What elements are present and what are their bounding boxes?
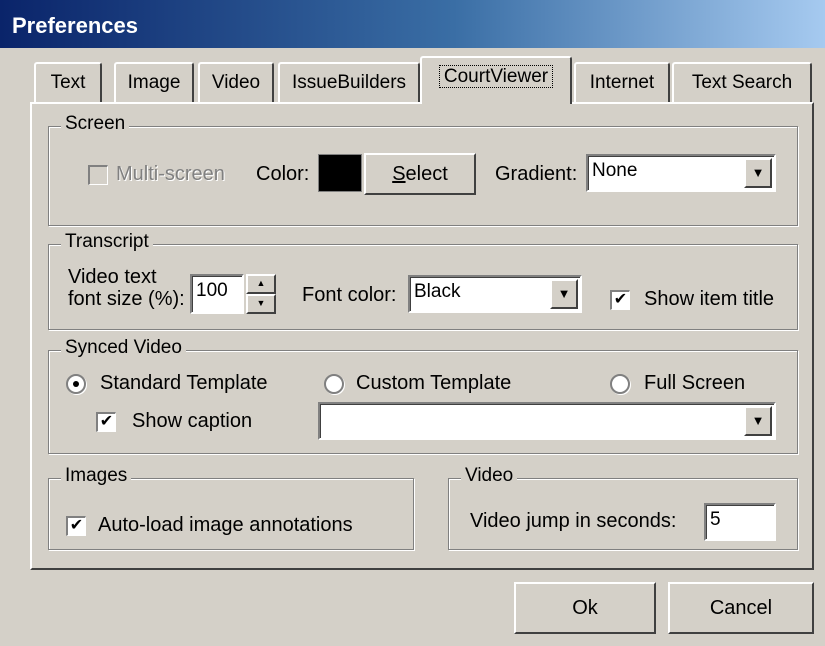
select-color-button[interactable]: Select <box>364 153 476 195</box>
full-screen-label: Full Screen <box>644 372 746 394</box>
preferences-dialog: Preferences Text Image Video IssueBuilde… <box>0 0 825 646</box>
show-item-title-checkbox[interactable]: ✔ <box>610 290 630 310</box>
ok-button[interactable]: Ok <box>514 582 656 634</box>
tab-video[interactable]: Video <box>198 62 274 102</box>
chevron-down-icon[interactable]: ▼ <box>744 158 772 188</box>
chevron-down-icon[interactable]: ▼ <box>550 279 578 309</box>
check-icon: ✔ <box>99 413 114 430</box>
transcript-legend: Transcript <box>61 231 153 253</box>
custom-template-label: Custom Template <box>356 372 512 394</box>
multiscreen-checkbox[interactable] <box>88 165 108 185</box>
spin-down-button[interactable]: ▼ <box>246 294 276 314</box>
template-dropdown[interactable]: ▼ <box>318 402 776 440</box>
autoload-annotations-label: Auto-load image annotations <box>98 514 353 536</box>
show-caption-checkbox[interactable]: ✔ <box>96 412 116 432</box>
tab-courtviewer[interactable]: CourtViewer <box>420 56 572 104</box>
color-swatch <box>318 154 362 192</box>
tab-issuebuilders[interactable]: IssueBuilders <box>278 62 420 102</box>
show-item-title-label: Show item title <box>644 288 775 310</box>
autoload-annotations-checkbox[interactable]: ✔ <box>66 516 86 536</box>
title-bar: Preferences <box>0 0 825 48</box>
multiscreen-label: Multi-screen <box>116 163 225 185</box>
check-icon: ✔ <box>613 291 628 308</box>
window-title: Preferences <box>12 13 138 38</box>
font-color-label: Font color: <box>302 284 397 306</box>
video-jump-input[interactable]: 5 <box>704 503 776 541</box>
full-screen-radio[interactable] <box>610 374 630 394</box>
show-caption-label: Show caption <box>132 410 253 432</box>
font-color-value: Black <box>414 281 461 302</box>
tab-internet[interactable]: Internet <box>574 62 670 102</box>
video-legend: Video <box>461 465 518 487</box>
tab-text[interactable]: Text <box>34 62 102 102</box>
standard-template-label: Standard Template <box>100 372 268 394</box>
video-jump-label: Video jump in seconds: <box>470 510 677 532</box>
gradient-label: Gradient: <box>495 163 578 185</box>
custom-template-radio[interactable] <box>324 374 344 394</box>
cancel-button[interactable]: Cancel <box>668 582 814 634</box>
images-legend: Images <box>61 465 132 487</box>
screen-legend: Screen <box>61 113 130 135</box>
chevron-down-icon[interactable]: ▼ <box>744 406 772 436</box>
gradient-value: None <box>592 160 638 181</box>
standard-template-radio[interactable] <box>66 374 86 394</box>
gradient-dropdown[interactable]: None ▼ <box>586 154 776 192</box>
tab-image[interactable]: Image <box>114 62 194 102</box>
color-label: Color: <box>256 163 310 185</box>
chevron-up-icon: ▲ <box>256 278 266 288</box>
spin-up-button[interactable]: ▲ <box>246 274 276 294</box>
font-size-label: Video text font size (%): <box>68 266 185 310</box>
check-icon: ✔ <box>69 517 84 534</box>
font-color-dropdown[interactable]: Black ▼ <box>408 275 582 313</box>
synced-video-legend: Synced Video <box>61 337 186 359</box>
chevron-down-icon: ▼ <box>256 298 266 308</box>
font-size-input[interactable]: 100 <box>190 274 244 314</box>
tab-text-search[interactable]: Text Search <box>672 62 812 102</box>
